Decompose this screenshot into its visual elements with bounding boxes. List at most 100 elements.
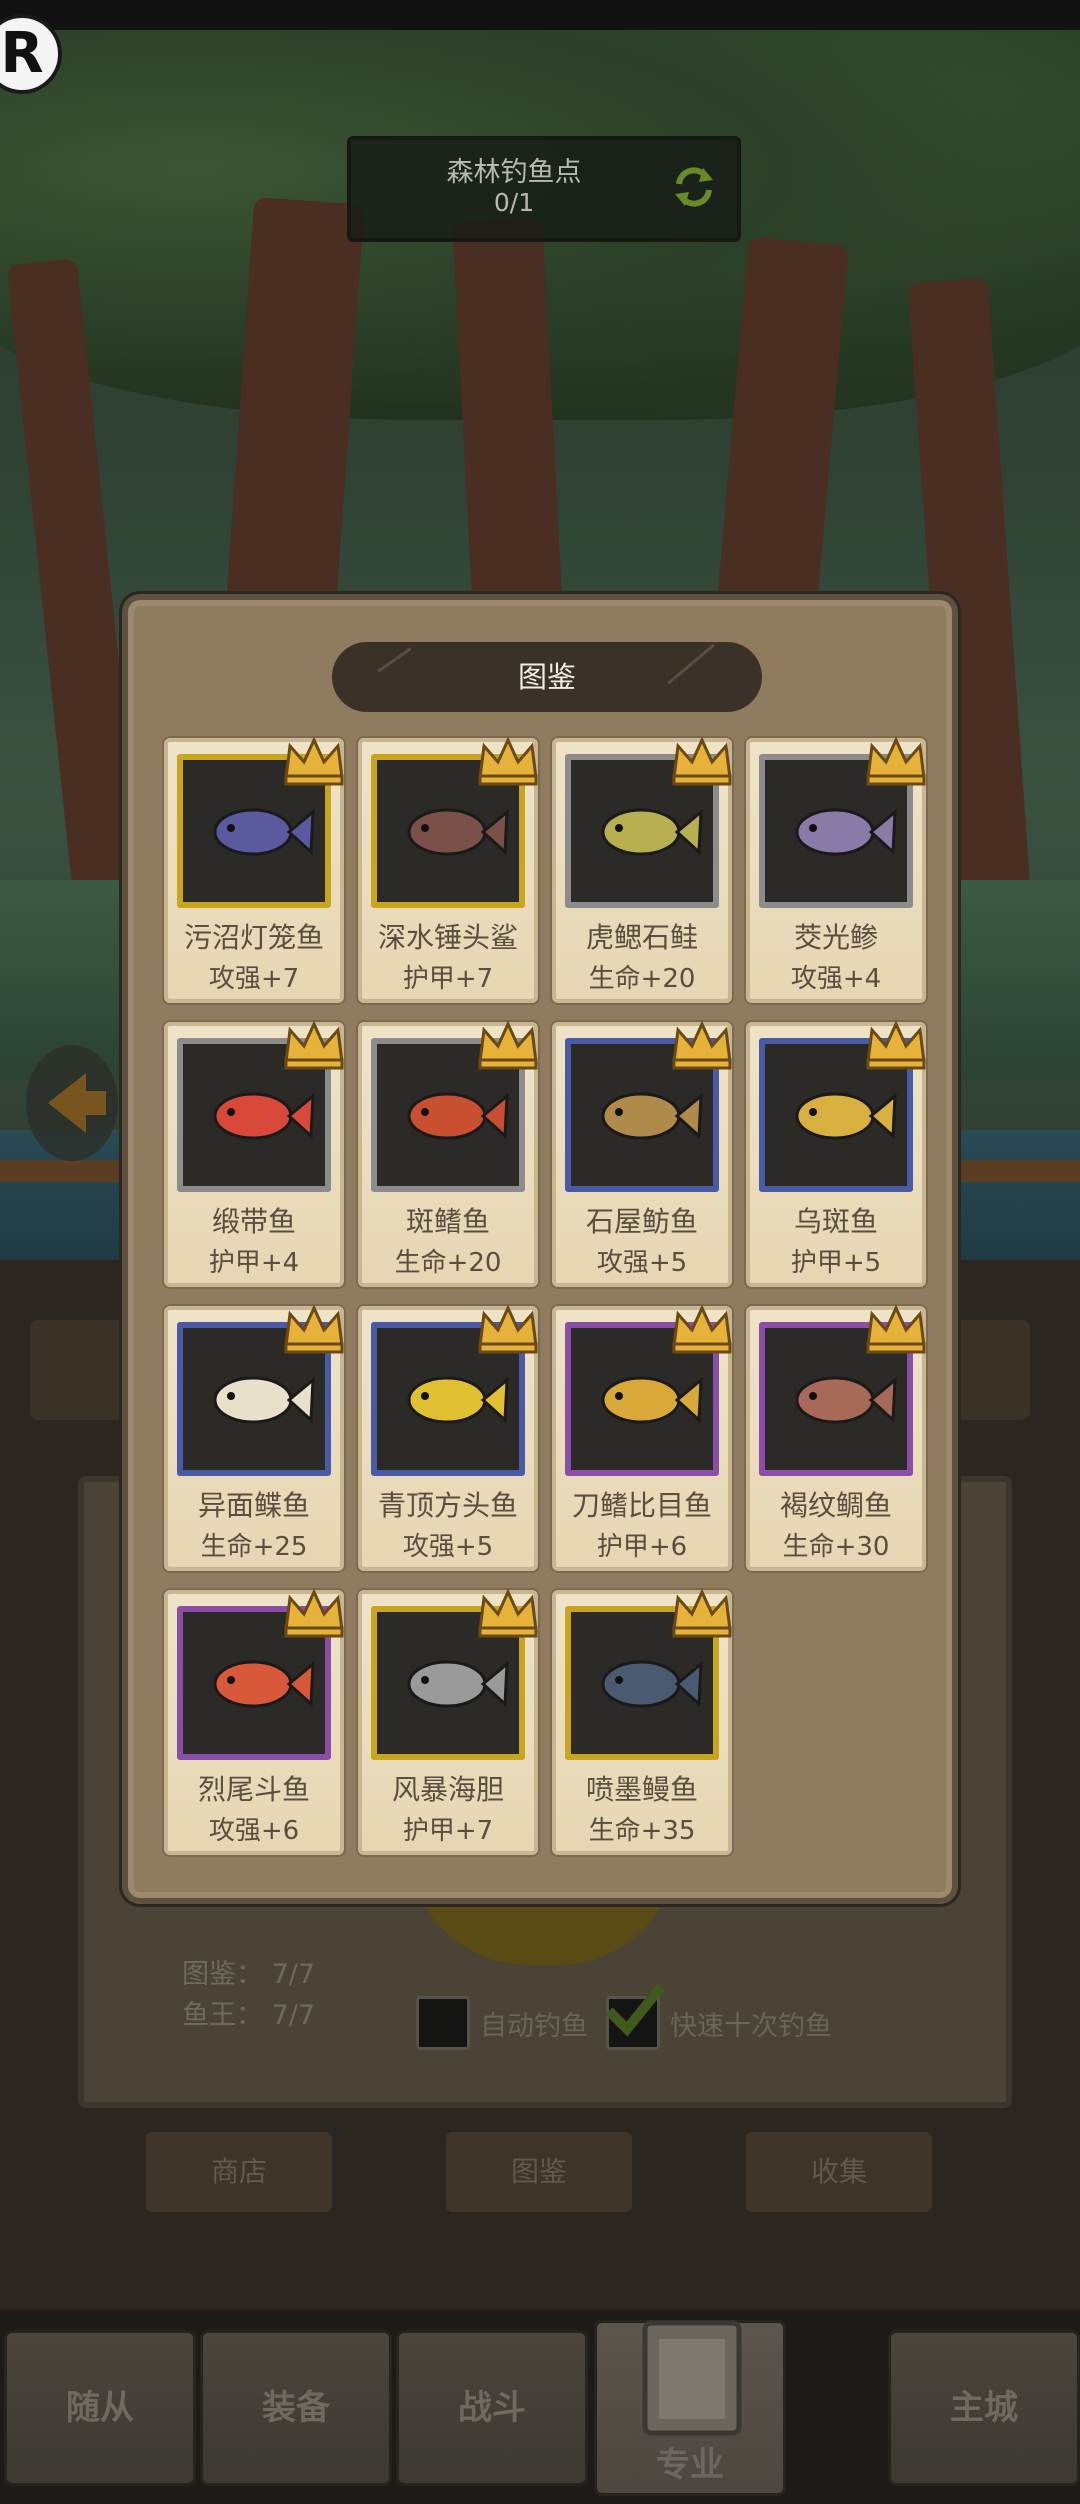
fish-bonus: 攻强+5 xyxy=(596,1248,688,1278)
codex-card[interactable]: 茭光鲹攻强+4 xyxy=(746,736,926,1003)
fish-bonus: 攻强+5 xyxy=(402,1532,494,1562)
refresh-icon[interactable] xyxy=(669,162,719,212)
crown-icon xyxy=(478,1588,538,1638)
collection-button[interactable]: 收集 xyxy=(746,2132,932,2212)
fish-king-stat: 鱼王： 7/7 xyxy=(182,2000,316,2031)
codex-card[interactable]: 刀鳍比目鱼护甲+6 xyxy=(552,1304,732,1571)
codex-card[interactable]: 虎鳃石鲑生命+20 xyxy=(552,736,732,1003)
fish-name: 刀鳍比目鱼 xyxy=(571,1489,712,1522)
auto-fish-checkbox[interactable] xyxy=(416,1996,470,2050)
fish-name: 风暴海胆 xyxy=(391,1773,504,1806)
fish-bonus: 生命+20 xyxy=(394,1248,502,1278)
codex-modal: 图鉴 污沼灯笼鱼 攻强+7 深水锤头鲨 护甲+7 虎鳃石鲑 生命+20 茭光鲹 攻强+4 缎带鱼… xyxy=(122,594,958,1904)
previous-spot-button[interactable] xyxy=(26,1045,118,1161)
tab-equipment[interactable]: 装备 xyxy=(200,2330,392,2486)
codex-card[interactable]: 缎带鱼护甲+4 xyxy=(164,1020,344,1287)
arrow-left-icon xyxy=(48,1073,106,1133)
codex-card[interactable]: 风暴海胆护甲+7 xyxy=(358,1588,538,1855)
fish-icon xyxy=(213,1092,315,1140)
status-bar xyxy=(0,0,1080,30)
fish-icon xyxy=(407,1092,509,1140)
crown-icon xyxy=(672,1020,732,1070)
check-icon xyxy=(605,1983,665,2037)
fish-bonus: 生命+20 xyxy=(588,964,696,994)
fish-icon xyxy=(213,1660,315,1708)
fish-name: 石屋鲂鱼 xyxy=(585,1205,698,1238)
crown-icon xyxy=(866,736,926,786)
crown-icon xyxy=(672,1304,732,1354)
codex-card[interactable]: 烈尾斗鱼攻强+6 xyxy=(164,1588,344,1855)
fish-icon xyxy=(213,808,315,856)
crown-icon xyxy=(284,1304,344,1354)
fish-name: 青顶方头鱼 xyxy=(377,1489,518,1522)
tab-profession[interactable]: 专业 xyxy=(594,2320,786,2496)
fish-bonus: 护甲+5 xyxy=(790,1248,882,1278)
crown-icon xyxy=(866,1020,926,1070)
fish-bonus: 攻强+6 xyxy=(208,1816,300,1846)
crown-icon xyxy=(478,736,538,786)
fish-name: 异面鲽鱼 xyxy=(197,1489,310,1522)
fish-icon xyxy=(795,808,897,856)
fishing-spot-name: 森林钓鱼点 xyxy=(446,157,582,188)
fishing-spot-banner: 森林钓鱼点 0/1 xyxy=(347,136,741,242)
codex-card[interactable]: 异面鲽鱼生命+25 xyxy=(164,1304,344,1571)
fish-icon xyxy=(213,1376,315,1424)
fish-icon xyxy=(407,1660,509,1708)
fish-icon xyxy=(795,1376,897,1424)
fish-name: 喷墨鳗鱼 xyxy=(585,1773,698,1806)
fish-bonus: 护甲+7 xyxy=(402,964,494,994)
codex-button[interactable]: 图鉴 xyxy=(446,2132,632,2212)
fish-name: 虎鳃石鲑 xyxy=(585,921,698,954)
fish-bonus: 攻强+7 xyxy=(208,964,300,994)
codex-card[interactable]: 石屋鲂鱼攻强+5 xyxy=(552,1020,732,1287)
fish-name: 褐纹鲷鱼 xyxy=(779,1489,892,1522)
quick-fish-checkbox[interactable] xyxy=(605,1983,665,2050)
fish-icon xyxy=(407,808,509,856)
fish-bonus: 生命+25 xyxy=(200,1532,308,1562)
fish-bonus: 生命+30 xyxy=(782,1532,890,1562)
codex-card[interactable]: 乌斑鱼护甲+5 xyxy=(746,1020,926,1287)
tab-profession-label: 专业 xyxy=(656,2445,724,2485)
scroll-book-icon xyxy=(642,2320,742,2436)
tab-followers[interactable]: 随从 xyxy=(4,2330,196,2486)
fish-icon xyxy=(601,808,703,856)
fish-icon xyxy=(407,1376,509,1424)
codex-card[interactable]: 喷墨鳗鱼生命+35 xyxy=(552,1588,732,1855)
fish-name: 斑鳍鱼 xyxy=(405,1205,490,1238)
tab-battle[interactable]: 战斗 xyxy=(396,2330,588,2486)
codex-card[interactable]: 褐纹鲷鱼生命+30 xyxy=(746,1304,926,1571)
crown-icon xyxy=(284,1588,344,1638)
fish-bonus: 攻强+4 xyxy=(790,964,882,994)
fish-name: 缎带鱼 xyxy=(211,1205,296,1238)
tab-main-city[interactable]: 主城 xyxy=(888,2330,1080,2486)
crown-icon xyxy=(672,1588,732,1638)
fish-icon xyxy=(601,1092,703,1140)
quick-fish-label: 快速十次钓鱼 xyxy=(670,2011,832,2042)
codex-card[interactable]: 污沼灯笼鱼攻强+7 xyxy=(164,736,344,1003)
fish-bonus: 护甲+4 xyxy=(208,1248,300,1278)
crown-icon xyxy=(478,1020,538,1070)
fish-icon xyxy=(601,1376,703,1424)
fish-name: 茭光鲹 xyxy=(793,921,878,954)
crown-icon xyxy=(284,1020,344,1070)
fish-name: 乌斑鱼 xyxy=(793,1205,878,1238)
codex-card[interactable]: 青顶方头鱼攻强+5 xyxy=(358,1304,538,1571)
fish-name: 烈尾斗鱼 xyxy=(197,1773,310,1806)
fish-bonus: 护甲+7 xyxy=(402,1816,494,1846)
fish-name: 深水锤头鲨 xyxy=(377,921,518,954)
fish-bonus: 生命+35 xyxy=(588,1816,696,1846)
codex-card[interactable]: 深水锤头鲨护甲+7 xyxy=(358,736,538,1003)
fishing-spot-count: 0/1 xyxy=(493,188,535,217)
crown-icon xyxy=(672,736,732,786)
fish-icon xyxy=(601,1660,703,1708)
fish-bonus: 护甲+6 xyxy=(596,1532,688,1562)
fish-name: 污沼灯笼鱼 xyxy=(183,921,324,954)
auto-fish-label: 自动钓鱼 xyxy=(480,2011,588,2042)
codex-title: 图鉴 xyxy=(332,642,762,712)
crown-icon xyxy=(478,1304,538,1354)
crown-icon xyxy=(284,736,344,786)
codex-card[interactable]: 斑鳍鱼生命+20 xyxy=(358,1020,538,1287)
codex-stat: 图鉴： 7/7 xyxy=(182,1959,316,1990)
shop-button[interactable]: 商店 xyxy=(146,2132,332,2212)
crown-icon xyxy=(866,1304,926,1354)
